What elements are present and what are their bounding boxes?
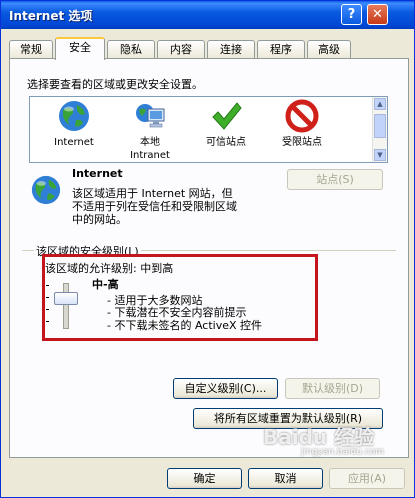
tab-strip: 常规 安全 隐私 内容 连接 程序 高级: [9, 37, 409, 60]
sites-button-label: 站点(S): [316, 173, 354, 186]
globe-icon: [59, 101, 89, 131]
zone-internet[interactable]: Internet: [36, 99, 112, 149]
scroll-up-arrow[interactable]: ▲: [374, 98, 386, 110]
zone-internet-label: Internet: [54, 137, 94, 148]
zone-local-intranet[interactable]: 本地 Intranet: [112, 99, 188, 162]
title-bar[interactable]: Internet 选项 ? ✕: [1, 1, 414, 29]
zone-trusted-sites[interactable]: 可信站点: [188, 99, 264, 149]
tab-content[interactable]: 内容: [157, 40, 205, 58]
close-button[interactable]: ✕: [367, 4, 388, 25]
tab-programs[interactable]: 程序: [257, 40, 305, 58]
baidu-watermark-url: jingyan.baidu.com: [301, 447, 385, 457]
security-tab-panel: 选择要查看的区域或更改安全设置。 Internet 本地 Intranet 可信…: [9, 58, 409, 458]
intranet-icon: [136, 104, 165, 128]
highlight-annotation-box: [42, 254, 318, 341]
help-button[interactable]: ?: [341, 4, 362, 25]
tab-general[interactable]: 常规: [9, 40, 53, 58]
zone-intranet-label-1: 本地: [140, 137, 160, 148]
zone-restricted-label: 受限站点: [282, 137, 322, 148]
default-level-button[interactable]: 默认级别(D): [285, 378, 380, 399]
selected-zone-globe-icon: [31, 175, 61, 205]
checkmark-icon: [212, 102, 242, 130]
apply-button[interactable]: 应用(A): [329, 468, 405, 489]
tab-connections[interactable]: 连接: [207, 40, 255, 58]
ok-button[interactable]: 确定: [167, 468, 242, 489]
sites-button[interactable]: 站点(S): [287, 169, 383, 190]
baidu-watermark: Baidu 经验: [263, 425, 375, 449]
scroll-down-arrow[interactable]: ▼: [374, 149, 386, 161]
custom-level-button[interactable]: 自定义级别(C)...: [173, 378, 278, 399]
tab-privacy[interactable]: 隐私: [107, 40, 155, 58]
zones-prompt: 选择要查看的区域或更改安全设置。: [27, 78, 203, 91]
zone-trusted-label: 可信站点: [206, 137, 246, 148]
internet-options-window: Internet 选项 ? ✕ 常规 安全 隐私 内容 连接 程序 高级 选择要…: [0, 0, 415, 498]
cancel-button[interactable]: 取消: [248, 468, 323, 489]
selected-zone-name: Internet: [72, 167, 123, 180]
zone-list-scrollbar[interactable]: ▲ ▼: [372, 97, 387, 162]
tab-security[interactable]: 安全: [55, 37, 105, 60]
selected-zone-desc-3: 中的网站。: [72, 213, 127, 226]
zone-restricted-sites[interactable]: 受限站点: [264, 99, 340, 149]
zone-intranet-label-2: Intranet: [130, 150, 170, 161]
scroll-thumb[interactable]: [374, 114, 386, 138]
window-title: Internet 选项: [9, 9, 93, 23]
tab-advanced[interactable]: 高级: [307, 40, 351, 58]
zone-list[interactable]: Internet 本地 Intranet 可信站点 受限站点 ▲ ▼: [29, 96, 388, 163]
restricted-icon: [285, 99, 319, 133]
